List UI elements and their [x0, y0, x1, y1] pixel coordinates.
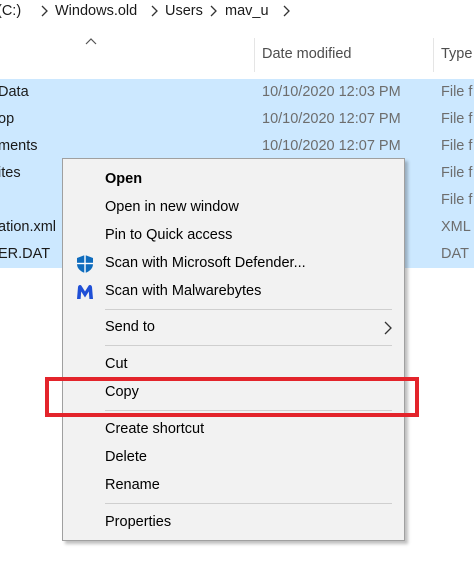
breadcrumb: (C:) Windows.old Users mav_u — [0, 0, 474, 24]
column-date-modified[interactable]: Date modified — [262, 46, 351, 62]
file-type: File f — [441, 192, 473, 208]
menu-item-label: Open — [105, 171, 143, 187]
menu-separator — [105, 309, 392, 310]
menu-item-label: Open in new window — [105, 199, 239, 215]
chevron-right-icon[interactable] — [40, 3, 50, 19]
menu-item-create-shortcut[interactable]: Create shortcut — [63, 417, 404, 443]
context-menu: Open Open in new window Pin to Quick acc… — [62, 158, 405, 541]
file-type: File f — [441, 111, 473, 127]
file-name: op — [0, 111, 15, 127]
breadcrumb-users[interactable]: Users — [165, 3, 203, 19]
menu-item-open[interactable]: Open — [63, 167, 404, 193]
menu-item-scan-malwarebytes[interactable]: Scan with Malwarebytes — [63, 279, 404, 305]
file-type: File f — [441, 84, 473, 100]
column-header: Date modified Type — [0, 34, 474, 74]
menu-item-send-to[interactable]: Send to — [63, 315, 404, 341]
file-date: 10/10/2020 12:03 PM — [262, 84, 401, 100]
menu-item-properties[interactable]: Properties — [63, 510, 404, 536]
menu-item-scan-defender[interactable]: Scan with Microsoft Defender... — [63, 251, 404, 277]
menu-item-label: Rename — [105, 477, 160, 493]
sort-ascending-icon — [85, 34, 97, 50]
menu-item-open-new-window[interactable]: Open in new window — [63, 195, 404, 221]
file-name: Data — [0, 84, 29, 100]
file-name: ation.xml — [0, 219, 57, 235]
file-name: ments — [0, 138, 38, 154]
menu-item-label: Scan with Microsoft Defender... — [105, 255, 306, 271]
chevron-right-icon[interactable] — [282, 3, 292, 19]
file-type: File f — [441, 165, 473, 181]
file-row[interactable]: op 10/10/2020 12:07 PM File f — [0, 106, 474, 133]
malwarebytes-icon — [75, 282, 95, 302]
menu-item-label: Send to — [105, 319, 155, 335]
menu-separator — [105, 503, 392, 504]
menu-item-label: Scan with Malwarebytes — [105, 283, 262, 299]
file-date: 10/10/2020 12:07 PM — [262, 138, 401, 154]
menu-item-label: Properties — [105, 514, 172, 530]
column-divider[interactable] — [433, 38, 434, 72]
file-date: 10/10/2020 12:07 PM — [262, 111, 401, 127]
file-type: File f — [441, 138, 473, 154]
menu-separator — [105, 345, 392, 346]
breadcrumb-mav-u[interactable]: mav_u — [225, 3, 269, 19]
menu-item-label: Pin to Quick access — [105, 227, 233, 243]
file-type: DAT — [441, 246, 469, 262]
file-name: ER.DAT — [0, 246, 51, 262]
menu-item-cut[interactable]: Cut — [63, 352, 404, 378]
breadcrumb-windows-old[interactable]: Windows.old — [55, 3, 137, 19]
chevron-right-icon[interactable] — [150, 3, 160, 19]
shield-icon — [75, 254, 95, 274]
file-type: XML — [441, 219, 471, 235]
highlight-annotation — [45, 377, 419, 417]
breadcrumb-drive[interactable]: (C:) — [0, 3, 21, 19]
menu-item-rename[interactable]: Rename — [63, 473, 404, 499]
file-name: ites — [0, 165, 21, 181]
column-type[interactable]: Type — [441, 46, 472, 62]
menu-item-pin-quick-access[interactable]: Pin to Quick access — [63, 223, 404, 249]
menu-item-label: Create shortcut — [105, 421, 205, 437]
column-divider[interactable] — [254, 38, 255, 72]
file-row[interactable]: Data 10/10/2020 12:03 PM File f — [0, 79, 474, 106]
menu-item-label: Cut — [105, 356, 128, 372]
menu-item-delete[interactable]: Delete — [63, 445, 404, 471]
menu-item-label: Delete — [105, 449, 147, 465]
chevron-right-icon[interactable] — [209, 3, 219, 19]
chevron-right-icon — [383, 320, 393, 340]
file-row[interactable]: ments 10/10/2020 12:07 PM File f — [0, 133, 474, 160]
